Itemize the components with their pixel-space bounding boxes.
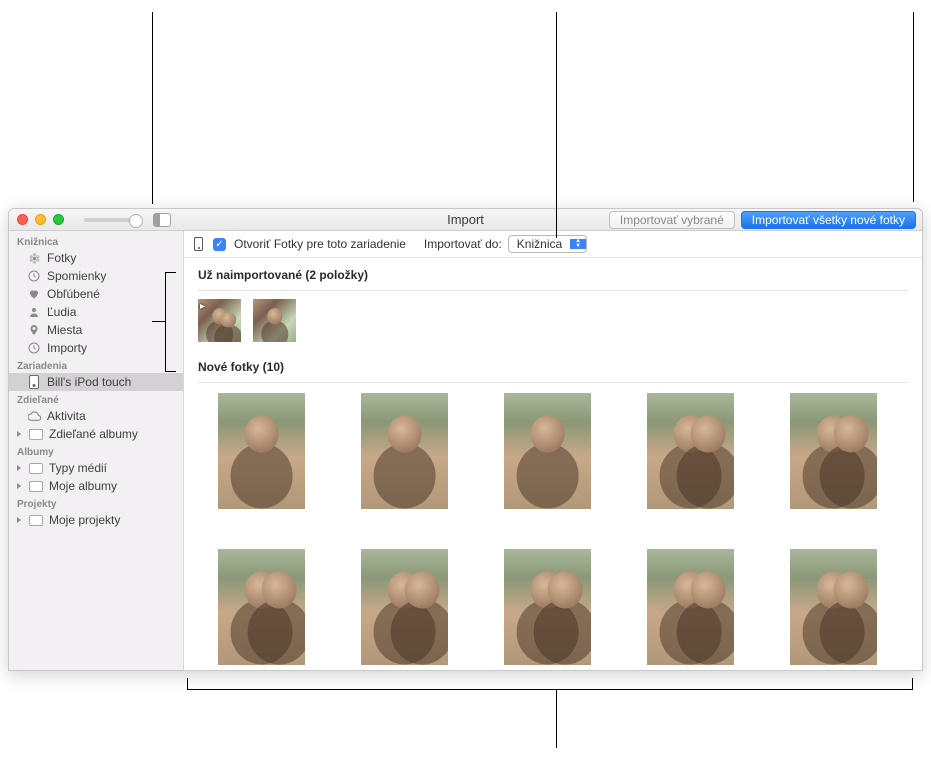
new-photos-grid — [184, 383, 922, 670]
titlebar: Import Importovať vybrané Importovať vše… — [9, 209, 922, 231]
callout-line — [913, 12, 914, 202]
import-to-popup[interactable]: Knižnica ▲▼ — [508, 235, 587, 253]
sidebar-item-label: Obľúbené — [47, 287, 100, 301]
sidebar-item-label: Zdieľané albumy — [49, 427, 138, 441]
sidebar-item-label: Typy médií — [49, 461, 107, 475]
open-photos-label: Otvoriť Fotky pre toto zariadenie — [234, 237, 406, 251]
sidebar-item-label: Spomienky — [47, 269, 106, 283]
video-icon: ▸ — [200, 301, 205, 312]
photo-thumbnail[interactable] — [790, 549, 877, 665]
device-icon — [194, 237, 203, 251]
sidebar-item-label: Moje projekty — [49, 513, 120, 527]
album-icon — [29, 515, 43, 526]
already-imported-header: Už naimportované (2 položky) — [184, 258, 922, 288]
import-to-label: Importovať do: — [424, 237, 502, 251]
callout-bracket — [165, 272, 176, 273]
pin-icon — [27, 324, 41, 336]
sidebar-item-label: Miesta — [47, 323, 82, 337]
sidebar-item-label: Fotky — [47, 251, 76, 265]
photos-import-window: Import Importovať vybrané Importovať vše… — [8, 208, 923, 671]
photo-thumbnail[interactable] — [504, 393, 591, 509]
import-selected-button[interactable]: Importovať vybrané — [609, 211, 735, 229]
sidebar-item-places[interactable]: Miesta — [9, 321, 183, 339]
callout-bracket — [187, 689, 912, 690]
sidebar-item-people[interactable]: Ľudia — [9, 303, 183, 321]
photo-thumbnail[interactable]: ▸ — [198, 299, 241, 342]
sidebar-item-device[interactable]: Bill's iPod touch — [9, 373, 183, 391]
photo-thumbnail[interactable] — [647, 393, 734, 509]
callout-line — [556, 702, 557, 748]
sidebar-item-photos[interactable]: Fotky — [9, 249, 183, 267]
photos-icon — [27, 252, 41, 265]
sidebar-item-favorites[interactable]: Obľúbené — [9, 285, 183, 303]
cloud-icon — [27, 411, 41, 421]
photo-thumbnail[interactable] — [504, 549, 591, 665]
window-controls — [17, 214, 64, 225]
callout-bracket — [152, 321, 165, 322]
zoom-button[interactable] — [53, 214, 64, 225]
chevron-up-down-icon: ▲▼ — [570, 239, 586, 249]
disclosure-triangle-icon[interactable] — [17, 517, 21, 523]
already-imported-row: ▸ — [184, 291, 922, 350]
photo-thumbnail[interactable] — [218, 393, 305, 509]
sidebar-toggle-icon[interactable] — [153, 213, 171, 227]
callout-line — [152, 12, 153, 204]
close-button[interactable] — [17, 214, 28, 225]
sidebar-section-devices: Zariadenia — [9, 357, 183, 373]
photo-thumbnail[interactable] — [218, 549, 305, 665]
sidebar-item-label: Moje albumy — [49, 479, 117, 493]
new-photos-header: Nové fotky (10) — [184, 350, 922, 380]
sidebar-item-my-projects[interactable]: Moje projekty — [9, 511, 183, 529]
sidebar-item-label: Aktivita — [47, 409, 86, 423]
device-icon — [27, 375, 41, 389]
photo-thumbnail[interactable] — [361, 393, 448, 509]
callout-bracket — [165, 272, 166, 371]
photo-thumbnail[interactable] — [647, 549, 734, 665]
sidebar-item-activity[interactable]: Aktivita — [9, 407, 183, 425]
content-area: ✓ Otvoriť Fotky pre toto zariadenie Impo… — [184, 231, 922, 670]
album-icon — [29, 463, 43, 474]
callout-bracket — [165, 371, 176, 372]
callout-line — [556, 12, 557, 238]
photo-thumbnail[interactable] — [790, 393, 877, 509]
sidebar-section-library: Knižnica — [9, 233, 183, 249]
sidebar-item-shared-albums[interactable]: Zdieľané albumy — [9, 425, 183, 443]
sidebar-item-label: Ľudia — [47, 305, 76, 319]
album-icon — [29, 481, 43, 492]
sidebar-item-label: Bill's iPod touch — [47, 375, 131, 389]
sidebar-section-projects: Projekty — [9, 495, 183, 511]
sidebar-item-imports[interactable]: Importy — [9, 339, 183, 357]
clock-icon — [27, 342, 41, 354]
sidebar-section-shared: Zdieľané — [9, 391, 183, 407]
sidebar: Knižnica Fotky Spomienky Obľúbené — [9, 231, 184, 670]
disclosure-triangle-icon[interactable] — [17, 483, 21, 489]
album-icon — [29, 429, 43, 440]
callout-bracket — [912, 678, 913, 690]
open-photos-checkbox[interactable]: ✓ — [213, 238, 226, 251]
sidebar-item-media-types[interactable]: Typy médií — [9, 459, 183, 477]
disclosure-triangle-icon[interactable] — [17, 465, 21, 471]
photo-thumbnail[interactable] — [361, 549, 448, 665]
sidebar-item-memories[interactable]: Spomienky — [9, 267, 183, 285]
heart-icon — [27, 288, 41, 300]
minimize-button[interactable] — [35, 214, 46, 225]
thumbnail-zoom-slider[interactable] — [84, 218, 139, 222]
clock-icon — [27, 270, 41, 282]
import-options-bar: ✓ Otvoriť Fotky pre toto zariadenie Impo… — [184, 231, 922, 258]
callout-bracket — [556, 689, 557, 702]
import-all-new-button[interactable]: Importovať všetky nové fotky — [741, 211, 916, 229]
sidebar-item-label: Importy — [47, 341, 87, 355]
sidebar-item-my-albums[interactable]: Moje albumy — [9, 477, 183, 495]
callout-bracket — [187, 678, 188, 690]
photo-thumbnail[interactable] — [253, 299, 296, 342]
import-to-value: Knižnica — [509, 236, 570, 252]
disclosure-triangle-icon[interactable] — [17, 431, 21, 437]
sidebar-section-albums: Albumy — [9, 443, 183, 459]
person-icon — [27, 306, 41, 318]
